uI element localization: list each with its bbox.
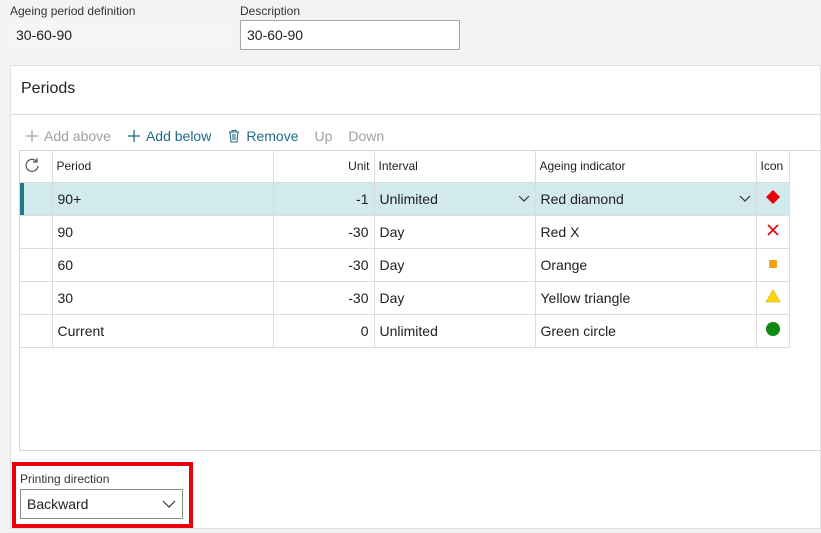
panel-divider xyxy=(11,114,821,115)
cell-unit[interactable]: -30 xyxy=(273,215,375,249)
plus-icon xyxy=(26,130,38,142)
cell-period[interactable]: 90+ xyxy=(52,182,274,216)
orange-square-icon xyxy=(768,259,777,268)
trash-icon xyxy=(229,129,240,143)
column-header-interval[interactable]: Interval xyxy=(374,151,536,183)
cell-period[interactable]: 90 xyxy=(52,215,274,249)
indicator-value: Red diamond xyxy=(540,190,624,207)
cell-indicator[interactable]: Red X xyxy=(535,215,757,249)
chevron-down-icon xyxy=(739,195,750,202)
row-selector[interactable] xyxy=(20,314,53,348)
refresh-header[interactable] xyxy=(20,151,53,183)
chevron-down-icon xyxy=(162,500,176,508)
cell-indicator[interactable]: Yellow triangle xyxy=(535,281,757,315)
cell-interval[interactable]: Day xyxy=(374,281,536,315)
refresh-icon xyxy=(25,157,39,172)
table-row[interactable]: 90 -30 Day Red X xyxy=(20,215,790,249)
indicator-dropdown[interactable]: Red diamond xyxy=(541,191,751,207)
row-selector[interactable] xyxy=(20,215,53,249)
remove-button[interactable]: Remove xyxy=(227,128,298,144)
description-label: Description xyxy=(240,4,301,18)
ageing-period-value: 30-60-90 xyxy=(10,20,230,50)
yellow-triangle-icon xyxy=(764,289,781,303)
cell-period[interactable]: 30 xyxy=(52,281,274,315)
plus-icon xyxy=(127,130,140,142)
periods-grid: Period Unit Interval Ageing indicator Ic… xyxy=(19,150,821,451)
cell-unit[interactable]: 0 xyxy=(273,314,375,348)
down-button[interactable]: Down xyxy=(348,128,384,144)
ageing-period-label: Ageing period definition xyxy=(10,4,136,18)
cell-icon xyxy=(756,281,790,315)
cell-interval[interactable]: Unlimited xyxy=(374,182,536,216)
add-above-button[interactable]: Add above xyxy=(25,128,111,144)
green-circle-icon xyxy=(765,322,780,336)
up-button[interactable]: Up xyxy=(314,128,332,144)
table-row[interactable]: Current 0 Unlimited Green circle xyxy=(20,314,790,348)
cell-period[interactable]: 60 xyxy=(52,248,274,282)
chevron-down-icon xyxy=(518,195,529,202)
table-row[interactable]: 60 -30 Day Orange xyxy=(20,248,790,282)
periods-title: Periods xyxy=(21,80,76,97)
cell-icon xyxy=(756,248,790,282)
cell-period[interactable]: Current xyxy=(52,314,274,348)
column-header-indicator[interactable]: Ageing indicator xyxy=(535,151,757,183)
table-row[interactable]: 90+ -1 Unlimited Red diamond xyxy=(20,182,790,216)
description-input[interactable]: 30-60-90 xyxy=(240,20,460,50)
column-header-icon[interactable]: Icon xyxy=(756,151,790,183)
red-x-icon xyxy=(766,224,779,236)
printing-direction-select[interactable]: Backward xyxy=(20,489,183,519)
down-label: Down xyxy=(348,128,385,144)
up-label: Up xyxy=(314,128,333,144)
column-header-period[interactable]: Period xyxy=(52,151,274,183)
periods-toolbar: Add above Add below Remove Up Down xyxy=(25,123,400,149)
add-below-label: Add below xyxy=(145,128,212,144)
cell-unit[interactable]: -30 xyxy=(273,281,375,315)
cell-interval[interactable]: Day xyxy=(374,215,536,249)
cell-indicator[interactable]: Red diamond xyxy=(535,182,757,216)
cell-unit[interactable]: -30 xyxy=(273,248,375,282)
cell-interval[interactable]: Day xyxy=(374,248,536,282)
row-selector[interactable] xyxy=(20,281,53,315)
interval-dropdown[interactable]: Unlimited xyxy=(380,191,530,207)
remove-label: Remove xyxy=(246,128,299,144)
cell-indicator[interactable]: Green circle xyxy=(535,314,757,348)
periods-panel: Periods Add above Add below Remove Up Do… xyxy=(10,65,821,529)
column-header-unit[interactable]: Unit xyxy=(273,151,375,183)
cell-indicator[interactable]: Orange xyxy=(535,248,757,282)
cell-unit[interactable]: -1 xyxy=(273,182,375,216)
row-selector[interactable] xyxy=(20,248,53,282)
interval-value: Unlimited xyxy=(379,190,438,207)
table-row[interactable]: 30 -30 Day Yellow triangle xyxy=(20,281,790,315)
printing-direction-label: Printing direction xyxy=(20,472,110,486)
cell-icon xyxy=(756,182,790,216)
add-above-label: Add above xyxy=(44,128,111,144)
red-diamond-icon xyxy=(765,190,780,204)
printing-direction-value: Backward xyxy=(27,496,89,512)
add-below-button[interactable]: Add below xyxy=(127,128,211,144)
cell-interval[interactable]: Unlimited xyxy=(374,314,536,348)
cell-icon xyxy=(756,215,790,249)
row-selector[interactable] xyxy=(20,182,53,216)
cell-icon xyxy=(756,314,790,348)
